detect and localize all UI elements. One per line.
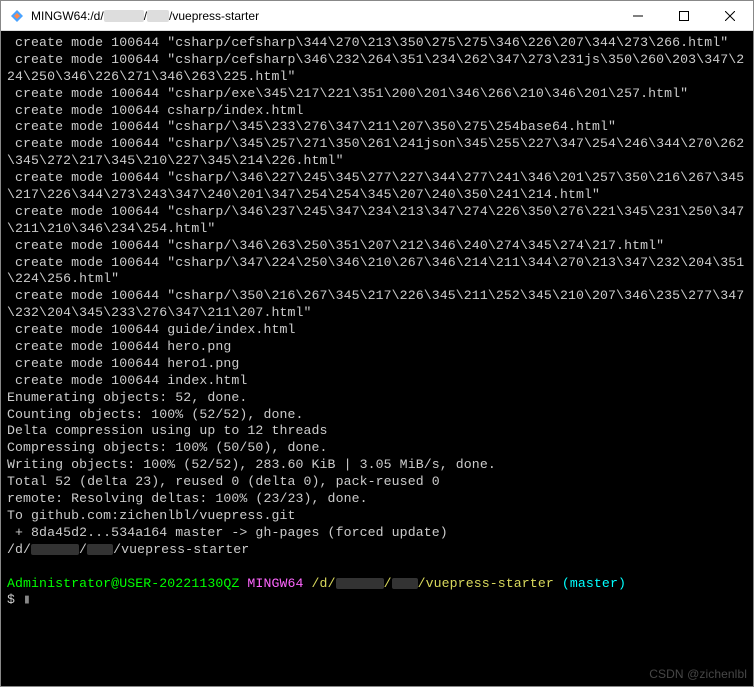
output-line: Total 52 (delta 23), reused 0 (delta 0),… (7, 474, 747, 491)
output-line: create mode 100644 "csharp/cefsharp\344\… (7, 35, 747, 52)
terminal-output: create mode 100644 "csharp/cefsharp\344\… (7, 35, 747, 542)
window-title: MINGW64:/d///vuepress-starter (31, 9, 615, 23)
cwd-line: /d///vuepress-starter (7, 542, 747, 559)
output-line: create mode 100644 hero.png (7, 339, 747, 356)
output-line: + 8da45d2...534a164 master -> gh-pages (… (7, 525, 747, 542)
minimize-button[interactable] (615, 1, 661, 31)
maximize-button[interactable] (661, 1, 707, 31)
prompt-line: Administrator@USER-20221130QZ MINGW64 /d… (7, 576, 747, 593)
output-line: create mode 100644 "csharp/\346\237\245\… (7, 204, 747, 238)
output-line: create mode 100644 "csharp/\346\227\245\… (7, 170, 747, 204)
terminal[interactable]: create mode 100644 "csharp/cefsharp\344\… (1, 31, 753, 686)
output-line: create mode 100644 index.html (7, 373, 747, 390)
blank-line (7, 559, 747, 576)
watermark: CSDN @zichenlbl (649, 667, 747, 682)
output-line: create mode 100644 csharp/index.html (7, 103, 747, 120)
output-line: Compressing objects: 100% (50/50), done. (7, 440, 747, 457)
app-icon (9, 8, 25, 24)
output-line: create mode 100644 hero1.png (7, 356, 747, 373)
output-line: Writing objects: 100% (52/52), 283.60 Ki… (7, 457, 747, 474)
output-line: create mode 100644 "csharp/\345\233\276\… (7, 119, 747, 136)
close-button[interactable] (707, 1, 753, 31)
app-window: MINGW64:/d///vuepress-starter create mod… (0, 0, 754, 687)
output-line: Counting objects: 100% (52/52), done. (7, 407, 747, 424)
output-line: create mode 100644 "csharp/\347\224\250\… (7, 255, 747, 289)
titlebar[interactable]: MINGW64:/d///vuepress-starter (1, 1, 753, 31)
output-line: create mode 100644 "csharp/\345\257\271\… (7, 136, 747, 170)
output-line: remote: Resolving deltas: 100% (23/23), … (7, 491, 747, 508)
output-line: create mode 100644 "csharp/\346\263\250\… (7, 238, 747, 255)
output-line: create mode 100644 "csharp/cefsharp\346\… (7, 52, 747, 86)
output-line: create mode 100644 "csharp/exe\345\217\2… (7, 86, 747, 103)
prompt-input-line[interactable]: $ ▮ (7, 592, 747, 609)
output-line: Enumerating objects: 52, done. (7, 390, 747, 407)
output-line: create mode 100644 guide/index.html (7, 322, 747, 339)
output-line: Delta compression using up to 12 threads (7, 423, 747, 440)
output-line: To github.com:zichenlbl/vuepress.git (7, 508, 747, 525)
window-controls (615, 1, 753, 31)
output-line: create mode 100644 "csharp/\350\216\267\… (7, 288, 747, 322)
